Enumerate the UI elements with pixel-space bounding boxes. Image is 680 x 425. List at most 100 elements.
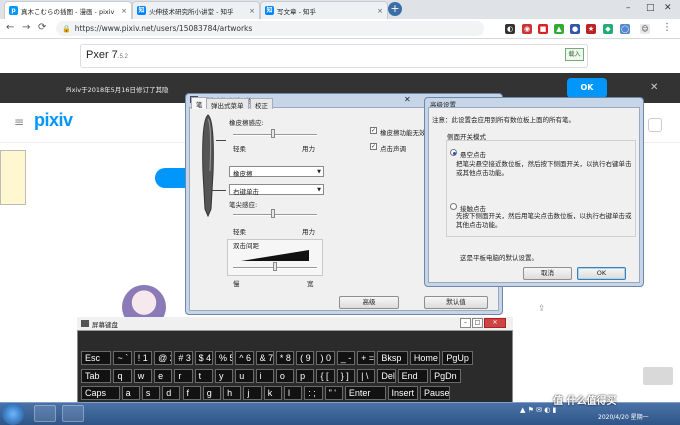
ok-button[interactable]: OK [577, 267, 626, 280]
key[interactable]: _ - [336, 351, 356, 365]
eraser-select[interactable]: 橡皮擦 ▼ [229, 166, 324, 178]
click-contact-radio[interactable] [450, 203, 457, 210]
key[interactable]: p [296, 369, 315, 383]
minimize-icon[interactable]: – [460, 318, 471, 328]
key[interactable]: + = [357, 351, 376, 365]
key[interactable]: q [113, 369, 132, 383]
key[interactable]: & 7 [255, 351, 274, 365]
key[interactable]: t [194, 369, 213, 383]
key[interactable]: f [182, 386, 201, 400]
key[interactable]: Insert [387, 386, 418, 400]
extension-icon[interactable]: ● [570, 24, 580, 34]
default-button[interactable]: 默认值 [424, 296, 488, 309]
explorer-icon[interactable] [34, 405, 56, 422]
eraser-feel-slider[interactable] [233, 134, 317, 136]
key[interactable]: h [223, 386, 242, 400]
close-window-icon[interactable]: ✕ [664, 3, 672, 13]
key[interactable]: } ] [336, 369, 356, 383]
clock[interactable]: 2020/4/20 星期一 [598, 404, 649, 422]
back-icon[interactable]: ← [6, 22, 14, 33]
eraser-silent-checkbox[interactable]: ✓ [370, 127, 377, 134]
artwork-thumbnail[interactable] [0, 150, 26, 205]
slider-thumb[interactable] [271, 129, 275, 138]
key[interactable]: * 8 [275, 351, 295, 365]
extension-icon[interactable]: ◆ [603, 24, 613, 34]
close-icon[interactable]: ✕ [484, 318, 506, 328]
key[interactable]: # 3 [174, 351, 193, 365]
extension-icon[interactable]: ▲ [554, 24, 564, 34]
extension-icon[interactable]: ◯ [620, 24, 630, 34]
key[interactable]: Bksp [377, 351, 408, 365]
click-sound-checkbox[interactable]: ✓ [370, 143, 377, 150]
key[interactable]: @ 2 [154, 351, 173, 365]
key[interactable]: Caps [81, 386, 120, 400]
tip-feel-slider[interactable] [233, 214, 317, 216]
share-icon[interactable]: ⇪ [538, 304, 546, 314]
key[interactable]: Del [377, 369, 396, 383]
advanced-button[interactable]: 高级 [339, 296, 399, 309]
hover-click-radio[interactable] [450, 149, 457, 156]
reload-icon[interactable]: ⟳ [38, 22, 46, 33]
key[interactable]: PgDn [430, 369, 461, 383]
upload-icon[interactable] [648, 118, 662, 132]
profile-icon[interactable]: ☺ [640, 24, 650, 34]
key[interactable]: ) 0 [316, 351, 335, 365]
key[interactable]: $ 4 [194, 351, 213, 365]
flag-icon[interactable]: ★ [586, 24, 596, 34]
key[interactable]: Esc [81, 351, 112, 365]
cancel-button[interactable]: 取消 [523, 267, 572, 280]
key[interactable]: ! 1 [133, 351, 153, 365]
key[interactable]: g [202, 386, 222, 400]
tab-calibration[interactable]: 校正 [250, 98, 273, 110]
key[interactable]: u [235, 369, 254, 383]
close-icon[interactable]: ✕ [404, 95, 411, 104]
ok-button[interactable]: OK [567, 78, 607, 98]
key[interactable]: e [154, 369, 173, 383]
tab-zhihu-1[interactable]: 知 火伸技术研究所小讲堂 - 知乎 × [132, 1, 260, 19]
load-button[interactable]: 载入 [565, 48, 584, 61]
key[interactable]: k [263, 386, 282, 400]
key[interactable]: End [397, 369, 429, 383]
key[interactable]: a [121, 386, 140, 400]
tab-popup-menu[interactable]: 弹出式菜单 [206, 98, 249, 110]
key[interactable]: | \ [357, 369, 376, 383]
hamburger-icon[interactable]: ≡ [14, 115, 24, 129]
key[interactable]: ~ ` [113, 351, 132, 365]
address-bar[interactable]: 🔒 https://www.pixiv.net/users/15083784/a… [56, 21, 484, 36]
pixiv-logo[interactable]: pixiv [34, 110, 73, 131]
key[interactable]: ^ 6 [235, 351, 254, 365]
minimize-icon[interactable]: – [626, 3, 631, 13]
key[interactable]: l [284, 386, 303, 400]
key[interactable]: % 5 [214, 351, 234, 365]
key[interactable]: Pause [420, 386, 451, 400]
key[interactable]: Home [409, 351, 441, 365]
rightclick-select[interactable]: 右键单击 ▼ [229, 184, 324, 196]
close-icon[interactable]: × [377, 7, 383, 15]
tab-pixiv[interactable]: p 真木こむらの插图 - 漫画 - pixiv × [4, 1, 132, 19]
slider-thumb[interactable] [273, 262, 277, 271]
key[interactable]: y [214, 369, 234, 383]
close-icon[interactable]: ✕ [650, 82, 658, 93]
taskbar-app-icon[interactable] [62, 405, 84, 422]
key[interactable]: w [133, 369, 153, 383]
close-icon[interactable]: × [121, 7, 127, 15]
forward-icon[interactable]: → [22, 22, 30, 33]
close-icon[interactable]: × [249, 7, 255, 15]
slider-thumb[interactable] [271, 209, 275, 218]
key[interactable]: j [243, 386, 262, 400]
key[interactable]: o [275, 369, 295, 383]
key[interactable]: " ' [324, 386, 343, 400]
key[interactable]: ( 9 [296, 351, 315, 365]
key[interactable]: Tab [81, 369, 112, 383]
menu-icon[interactable]: ⋮ [662, 22, 672, 33]
extension-icon[interactable]: ■ [538, 24, 548, 34]
new-tab-button[interactable]: + [388, 2, 402, 16]
key[interactable]: { [ [316, 369, 335, 383]
extension-icon[interactable]: ◉ [522, 24, 532, 34]
key[interactable]: s [141, 386, 161, 400]
maximize-icon[interactable]: □ [646, 3, 655, 13]
key[interactable]: PgUp [442, 351, 473, 365]
key[interactable]: r [174, 369, 193, 383]
key[interactable]: i [255, 369, 274, 383]
extension-icon[interactable]: ◐ [505, 24, 515, 34]
